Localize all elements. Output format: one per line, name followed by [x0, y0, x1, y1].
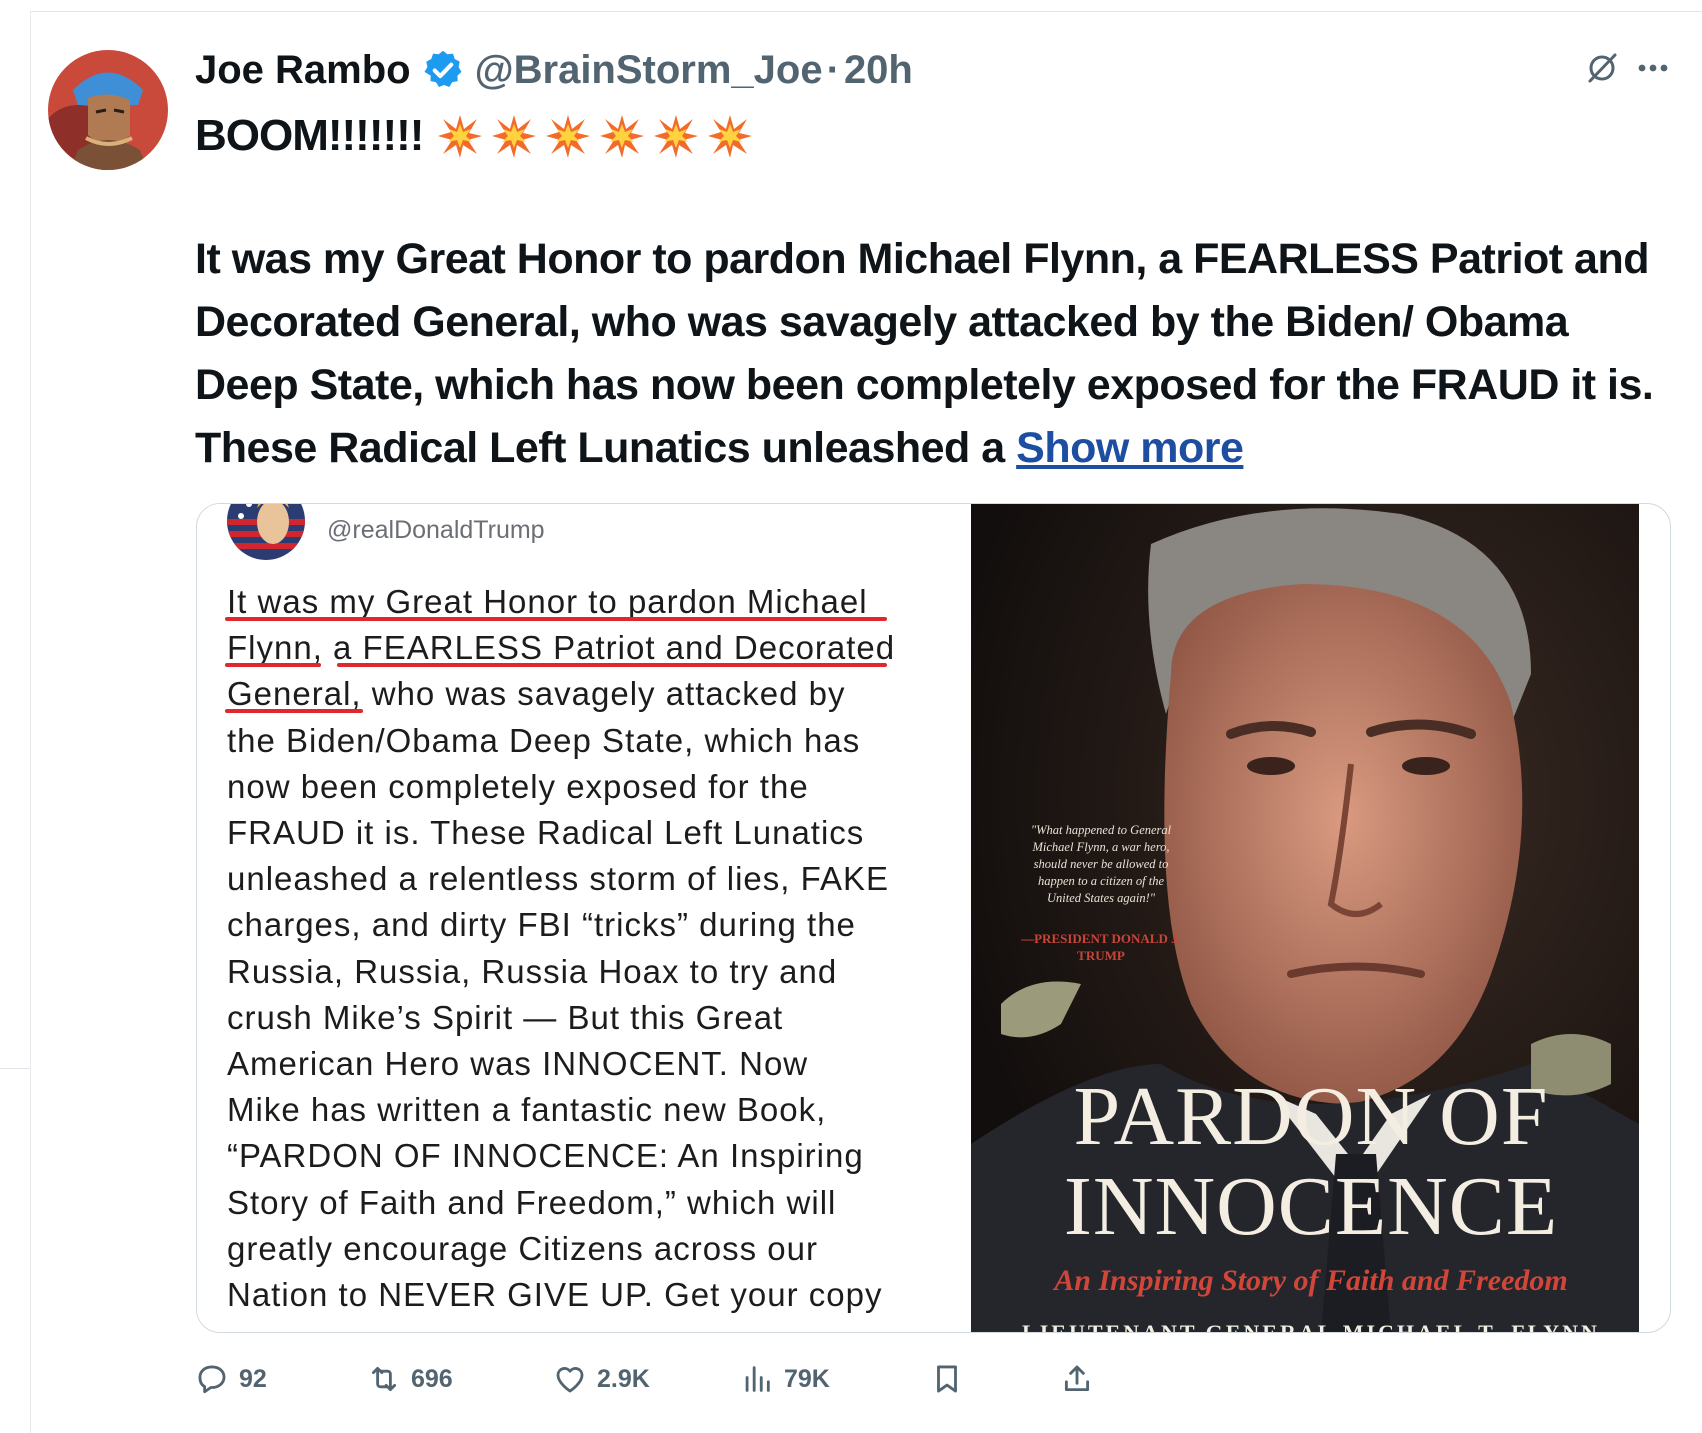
collision-emoji-icon: [654, 115, 699, 158]
top-divider: [30, 0, 1702, 12]
bookmark-button[interactable]: [930, 1358, 974, 1400]
book-title: PARDON OF INNOCENCE: [1001, 1072, 1621, 1252]
red-underline: [225, 663, 321, 667]
boom-text: BOOM!!!!!!!: [195, 111, 424, 160]
screenshot-line: “PARDON OF INNOCENCE: An Inspiring: [227, 1137, 864, 1175]
collision-emoji-icon: [546, 115, 591, 158]
header-separator: ·: [826, 47, 840, 92]
collision-emoji-icon: [708, 115, 753, 158]
truth-screenshot-image: @realDonaldTrump It was my Great Honor t…: [197, 504, 971, 1332]
analytics-icon: [745, 1366, 770, 1392]
verified-badge-icon[interactable]: [421, 48, 465, 92]
heart-icon: [556, 1367, 584, 1393]
collision-emoji-icon: [600, 115, 645, 158]
cover-quote: "What happened to General Michael Flynn,…: [1030, 823, 1172, 905]
tweet-body: It was my Great Honor to pardon Michael …: [195, 228, 1675, 480]
grok-icon[interactable]: [1584, 50, 1620, 86]
reply-count: 92: [239, 1364, 267, 1393]
collision-emoji-icon: [438, 115, 483, 158]
red-underline: [225, 617, 887, 621]
repost-count: 696: [411, 1364, 453, 1393]
tweet-timestamp[interactable]: 20h: [844, 48, 913, 93]
screenshot-line: crush Mike’s Spirit — But this Great: [227, 998, 784, 1036]
screenshot-line: now been completely exposed for the: [227, 767, 809, 805]
screenshot-line: Mike has written a fantastic new Book,: [227, 1091, 827, 1129]
screenshot-line: greatly encourage Citizens across our: [227, 1229, 818, 1267]
screenshot-handle: @realDonaldTrump: [327, 516, 545, 544]
red-underline: [337, 663, 887, 667]
book-subtitle: An Inspiring Story of Faith and Freedom: [1054, 1264, 1568, 1297]
sidebar-divider: [0, 1068, 30, 1069]
tweet-media[interactable]: @realDonaldTrump It was my Great Honor t…: [196, 503, 1671, 1333]
tweet-header: Joe Rambo @BrainStorm_Joe · 20h: [195, 42, 913, 98]
screenshot-line: charges, and dirty FBI “tricks” during t…: [227, 906, 856, 944]
book-title-line-1: PARDON OF: [1073, 1070, 1549, 1163]
red-underline: [225, 709, 363, 713]
screenshot-line: Russia, Russia, Russia Hoax to try and: [227, 952, 838, 990]
tweet-boom-line: BOOM!!!!!!!: [195, 104, 753, 168]
like-button[interactable]: 2.9K: [553, 1358, 650, 1400]
book-title-line-2: INNOCENCE: [1063, 1160, 1559, 1253]
tweet-body-text: It was my Great Honor to pardon Michael …: [195, 235, 1654, 472]
screenshot-line: Story of Faith and Freedom,” which will: [227, 1183, 837, 1221]
view-count: 79K: [784, 1364, 830, 1393]
reply-icon: [198, 1365, 226, 1394]
show-more-link[interactable]: Show more: [1016, 424, 1244, 472]
author-name[interactable]: Joe Rambo: [195, 48, 411, 93]
author-avatar[interactable]: [48, 50, 168, 170]
book-cover-image: "What happened to General Michael Flynn,…: [971, 504, 1639, 1333]
share-button[interactable]: [1060, 1358, 1104, 1400]
more-options-icon[interactable]: [1630, 50, 1676, 86]
like-count: 2.9K: [597, 1364, 650, 1393]
collision-emoji-icon: [492, 115, 537, 158]
screenshot-line: FRAUD it is. These Radical Left Lunatics: [227, 814, 865, 852]
timeline-left-border: [30, 12, 31, 1433]
screenshot-text: It was my Great Honor to pardon Michael …: [227, 579, 947, 1318]
screenshot-line: Nation to NEVER GIVE UP. Get your copy: [227, 1276, 883, 1314]
tweet-action-bar: 92 696 2.9K 79K: [195, 1358, 1675, 1400]
author-handle[interactable]: @BrainStorm_Joe: [475, 48, 823, 93]
bookmark-icon: [937, 1365, 957, 1393]
reply-button[interactable]: 92: [195, 1358, 267, 1400]
share-icon: [1064, 1365, 1090, 1392]
screenshot-line: unleashed a relentless storm of lies, FA…: [227, 860, 889, 898]
screenshot-line: the Biden/Obama Deep State, which has: [227, 721, 861, 759]
screenshot-line: American Hero was INNOCENT. Now: [227, 1045, 809, 1083]
repost-button[interactable]: 696: [367, 1358, 453, 1400]
screenshot-avatar: [227, 504, 305, 560]
repost-icon: [371, 1366, 397, 1392]
book-author: LIEUTENANT GENERAL MICHAEL T. FLYNN: [1022, 1320, 1600, 1333]
views-button[interactable]: 79K: [740, 1358, 830, 1400]
cover-quote-attribution: —PRESIDENT DONALD J. TRUMP: [1021, 931, 1181, 963]
